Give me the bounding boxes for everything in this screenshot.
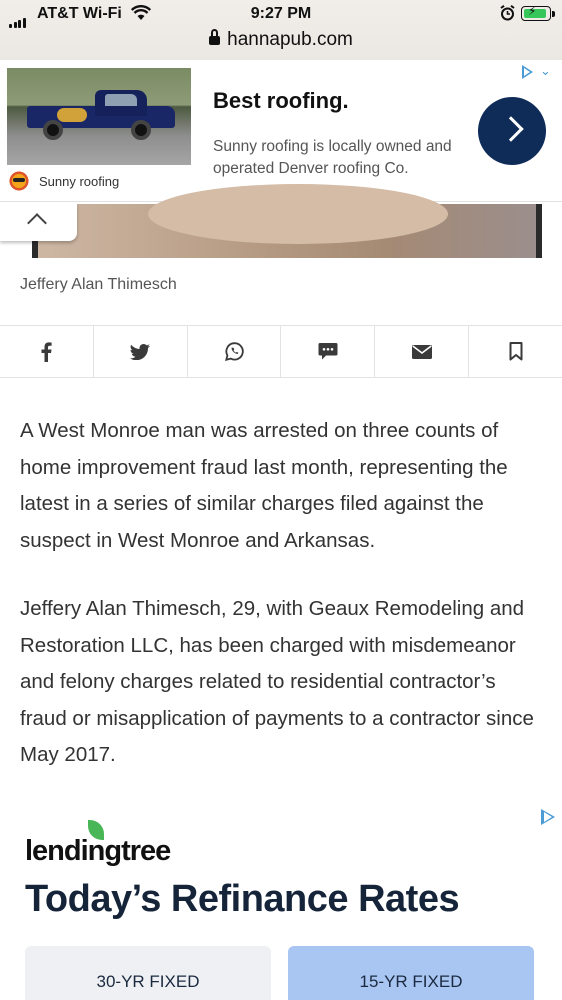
tab-15yr-fixed[interactable]: 15-YR FIXED: [288, 946, 534, 1000]
email-icon: [411, 344, 432, 359]
ad-description: Sunny roofing is locally owned and opera…: [213, 138, 452, 177]
status-bar: AT&T Wi-Fi 9:27 PM ⚡: [0, 0, 562, 30]
whatsapp-icon: [224, 342, 244, 361]
article-paragraph: Jeffery Alan Thimesch, 29, with Geaux Re…: [20, 597, 534, 766]
ad-headline: Best roofing.: [213, 88, 349, 113]
address-bar[interactable]: hannapub.com: [0, 29, 562, 51]
share-bar: [0, 325, 562, 378]
chevron-up-icon: [27, 213, 47, 233]
bookmark-button[interactable]: [469, 326, 562, 377]
share-whatsapp-button[interactable]: [188, 326, 282, 377]
tab-30yr-fixed[interactable]: 30-YR FIXED: [25, 946, 271, 1000]
sms-icon: [318, 343, 338, 360]
refinance-rates-title: Today’s Refinance Rates: [25, 878, 460, 920]
share-twitter-button[interactable]: [94, 326, 188, 377]
twitter-icon: [130, 343, 151, 360]
url-text: hannapub.com: [227, 29, 353, 50]
chevron-right-icon: [498, 116, 524, 142]
bookmark-icon: [509, 342, 523, 361]
lock-icon: [209, 29, 221, 45]
adchoices-icon[interactable]: [541, 809, 555, 825]
ad-truck-image: [7, 68, 191, 165]
adchoices-icon[interactable]: ⌄: [522, 63, 558, 79]
sun-logo-icon: [8, 170, 30, 192]
ad-advertiser: Sunny roofing: [8, 170, 119, 192]
advertiser-name: Sunny roofing: [39, 173, 120, 189]
article-paragraph: A West Monroe man was arrested on three …: [20, 419, 508, 552]
article-photo: [32, 184, 542, 258]
truck-graphic: [27, 88, 175, 140]
share-email-button[interactable]: [375, 326, 470, 377]
facebook-icon: [41, 341, 53, 362]
browser-top-bar: AT&T Wi-Fi 9:27 PM ⚡ hannapub.com: [0, 0, 562, 60]
ad-cta-button[interactable]: [478, 97, 546, 165]
clock: 9:27 PM: [250, 5, 312, 22]
alarm-icon: [500, 4, 515, 26]
share-sms-button[interactable]: [281, 326, 376, 377]
article-body: A West Monroe man was arrested on three …: [20, 413, 544, 806]
battery-icon: ⚡: [521, 4, 555, 21]
share-facebook-button[interactable]: [0, 326, 94, 377]
photo-caption: Jeffery Alan Thimesch: [20, 276, 177, 293]
lendingtree-logo: lendingtree: [25, 835, 171, 867]
collapse-ad-button[interactable]: [0, 203, 77, 241]
roofing-ad[interactable]: Sunny roofing Best roofing. Sunny roofin…: [0, 62, 562, 202]
